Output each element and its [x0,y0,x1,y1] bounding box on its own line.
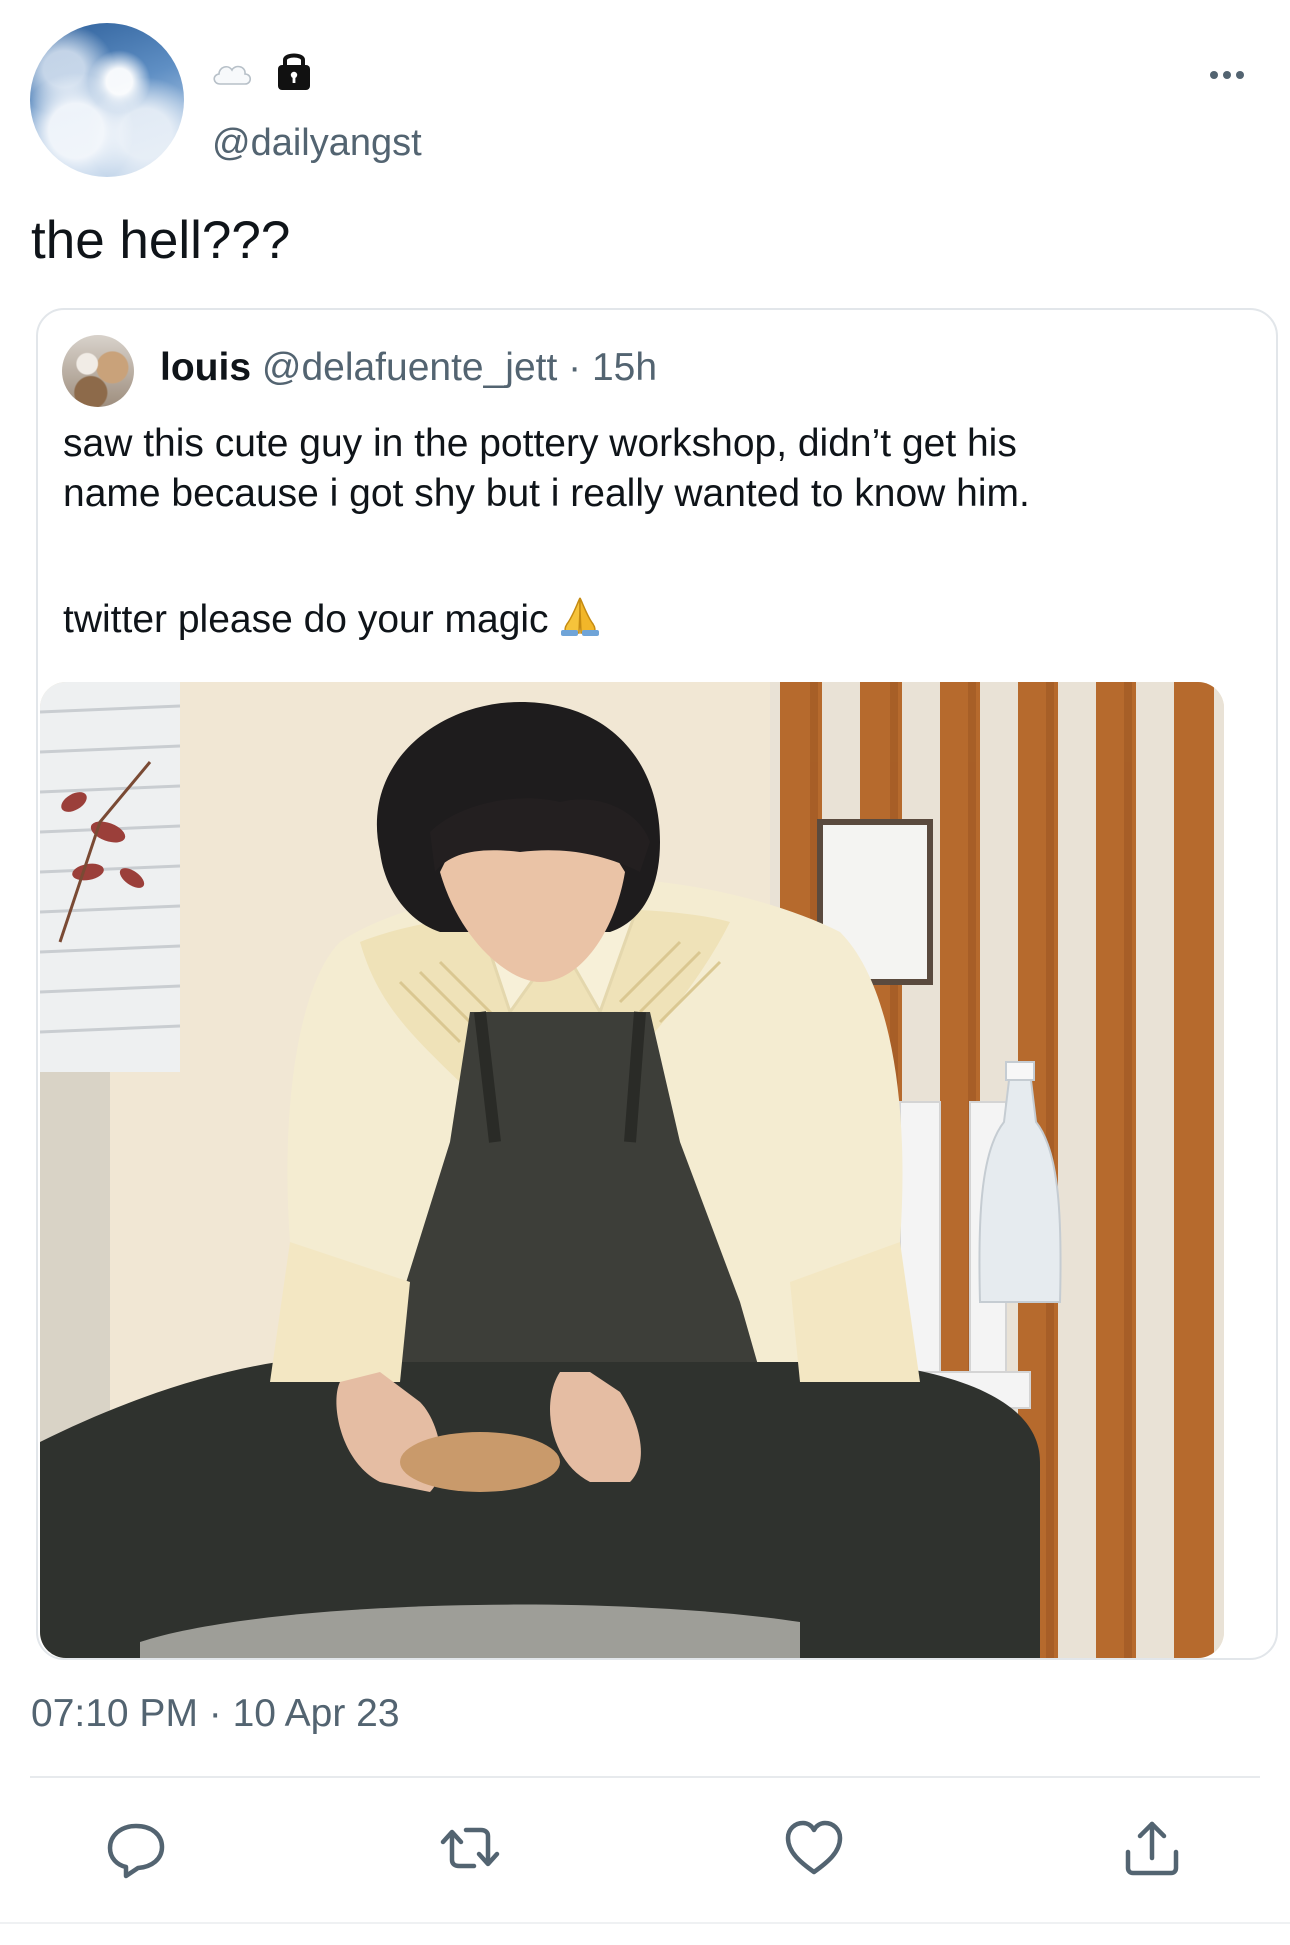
quoted-tweet-line-3-text: twitter please do your magic [63,598,549,641]
quoted-tweet-line-2: name because i got shy but i really want… [63,472,1030,515]
share-icon [1120,1816,1184,1880]
user-handle[interactable]: @dailyangst [212,124,422,162]
quoted-user-avatar[interactable] [62,335,134,407]
heart-icon [782,1816,846,1880]
retweet-button[interactable] [438,1816,502,1880]
share-button[interactable] [1120,1816,1184,1880]
reply-icon [104,1816,168,1880]
divider [0,1922,1290,1924]
like-button[interactable] [782,1816,846,1880]
reply-button[interactable] [104,1816,168,1880]
quoted-tweet-header: louis @delafuente_jett · 15h [160,348,657,387]
quoted-user-handle-time: @delafuente_jett · 15h [261,346,658,389]
profile-avatar[interactable] [30,23,184,177]
more-options-icon[interactable] [1206,62,1248,88]
lock-icon [272,48,316,92]
quoted-user-name[interactable]: louis [160,346,251,389]
folded-hands-emoji-icon [557,592,603,638]
quoted-tweet-photo[interactable] [40,682,1224,1658]
divider [30,1776,1260,1778]
cloud-emoji-icon [210,58,254,90]
quoted-tweet-line-3: twitter please do your magic [63,592,603,639]
tweet-text: the hell??? [31,211,291,270]
tweet-timestamp: 07:10 PM · 10 Apr 23 [31,1692,400,1735]
retweet-icon [438,1816,502,1880]
quoted-tweet-line-1: saw this cute guy in the pottery worksho… [63,422,1017,465]
